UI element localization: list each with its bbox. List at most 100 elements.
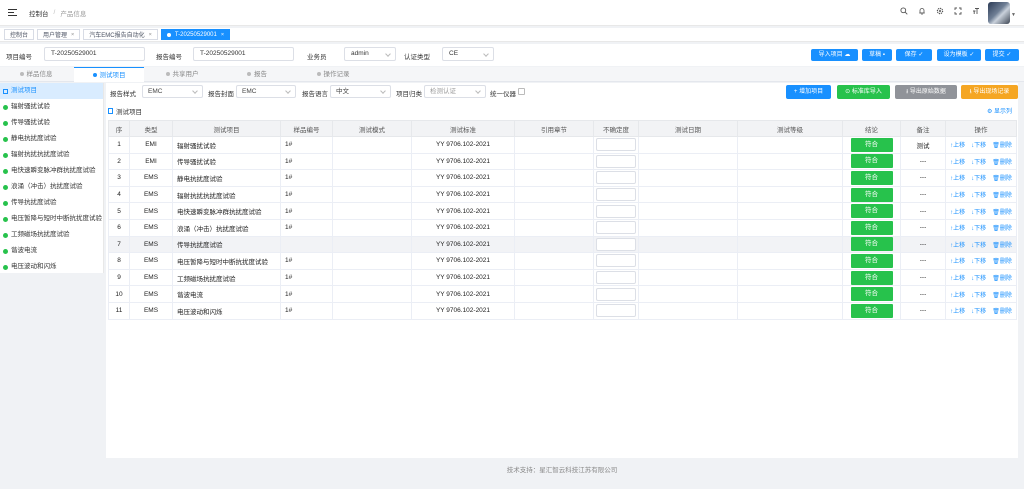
sidebar-item-voltage-flicker[interactable]: 电压波动和闪烁 (0, 259, 103, 275)
reference-section-cell[interactable] (514, 169, 594, 187)
table-row[interactable]: 11 EMS 电压波动和闪烁 1# YY 9706.102-2021 符合 --- ↑上移 ↓下… (108, 301, 1017, 320)
test-mode-cell[interactable] (332, 136, 412, 154)
unified-instrument-checkbox[interactable] (518, 88, 525, 95)
test-mode-cell[interactable] (332, 235, 412, 254)
test-date-cell[interactable] (638, 301, 738, 320)
table-row[interactable]: 8 EMS 电压暂降与短时中断抗扰度试验 1# YY 9706.102-2021 符合 --… (108, 252, 1017, 270)
export-raw-data-button[interactable]: ⭳ 导出原始数据 (895, 85, 957, 99)
search-icon[interactable] (900, 7, 908, 15)
project-no-input[interactable]: T-20250529001 (44, 47, 145, 61)
move-up-link[interactable]: ↑上移 (950, 160, 965, 166)
conclusion-badge[interactable]: 符合 (850, 154, 893, 169)
test-date-cell[interactable] (638, 185, 738, 204)
font-size-icon[interactable] (972, 7, 980, 15)
reference-section-cell[interactable] (514, 268, 594, 287)
sidebar-item-test-items[interactable]: 测试项目 (0, 83, 103, 99)
table-row[interactable]: 2 EMI 传导骚扰试验 1# YY 9706.102-2021 符合 --- ↑上移 ↓下移 🗑… (108, 152, 1017, 171)
test-level-cell[interactable] (737, 301, 843, 320)
uncertainty-input[interactable] (596, 271, 636, 285)
test-date-cell[interactable] (638, 268, 738, 287)
test-standard[interactable]: YY 9706.102-2021 (411, 169, 515, 187)
conclusion-badge[interactable]: 符合 (850, 187, 893, 202)
delete-link[interactable]: 🗑删除 (992, 276, 1012, 282)
sample-number[interactable]: 1# (280, 252, 333, 270)
show-columns-button[interactable]: ⚙ 显示列 (987, 106, 1012, 115)
delete-link[interactable]: 🗑删除 (992, 160, 1012, 166)
reference-section-cell[interactable] (514, 235, 594, 254)
standard-import-button[interactable]: ⊙ 标准库导入 (837, 85, 890, 99)
test-level-cell[interactable] (737, 285, 843, 303)
reference-section-cell[interactable] (514, 202, 594, 220)
reference-section-cell[interactable] (514, 136, 594, 154)
delete-link[interactable]: 🗑删除 (992, 309, 1012, 315)
delete-link[interactable]: 🗑删除 (992, 243, 1012, 249)
move-up-link[interactable]: ↑上移 (950, 293, 965, 299)
remark[interactable]: --- (900, 268, 946, 287)
test-date-cell[interactable] (638, 252, 738, 270)
remark[interactable]: --- (900, 301, 946, 320)
move-down-link[interactable]: ↓下移 (971, 143, 986, 149)
bell-icon[interactable] (918, 7, 926, 15)
test-date-cell[interactable] (638, 218, 738, 237)
delete-link[interactable]: 🗑删除 (992, 210, 1012, 216)
sidebar-item-eft[interactable]: 电快速瞬变脉冲群抗扰度试验 (0, 163, 103, 179)
uncertainty-input[interactable] (596, 304, 636, 318)
test-mode-cell[interactable] (332, 152, 412, 171)
test-mode-cell[interactable] (332, 202, 412, 220)
sample-number[interactable] (280, 235, 333, 254)
table-row[interactable]: 6 EMS 浪涌（冲击）抗扰度试验 1# YY 9706.102-2021 符合 --- ↑上… (108, 218, 1017, 237)
sidebar-item-harmonic-current[interactable]: 谐波电流 (0, 243, 103, 259)
test-date-cell[interactable] (638, 235, 738, 254)
uncertainty-input[interactable] (596, 237, 636, 251)
close-icon[interactable]: × (149, 32, 152, 38)
move-down-link[interactable]: ↓下移 (971, 160, 986, 166)
conclusion-badge[interactable]: 符合 (850, 237, 893, 252)
move-up-link[interactable]: ↑上移 (950, 226, 965, 232)
table-row[interactable]: 9 EMS 工频磁场抗扰度试验 1# YY 9706.102-2021 符合 --- ↑上移 ↓… (108, 268, 1017, 287)
salesman-select[interactable]: admin (344, 47, 396, 61)
remark[interactable]: 测试 (900, 136, 946, 154)
move-down-link[interactable]: ↓下移 (971, 176, 986, 182)
sample-number[interactable]: 1# (280, 285, 333, 303)
conclusion-badge[interactable]: 符合 (850, 303, 893, 318)
remark[interactable]: --- (900, 202, 946, 220)
sample-number[interactable]: 1# (280, 268, 333, 287)
test-level-cell[interactable] (737, 152, 843, 171)
close-icon[interactable]: × (71, 32, 74, 38)
tag-emc-report[interactable]: 汽车EMC报告自动化 × (83, 29, 158, 40)
test-date-cell[interactable] (638, 202, 738, 220)
test-level-cell[interactable] (737, 169, 843, 187)
report-style-select[interactable]: EMC (142, 85, 203, 98)
remark[interactable]: --- (900, 169, 946, 187)
table-row[interactable]: 3 EMS 静电抗扰度试验 1# YY 9706.102-2021 符合 --- ↑上移 ↓下移… (108, 169, 1017, 187)
move-up-link[interactable]: ↑上移 (950, 193, 965, 199)
sample-number[interactable]: 1# (280, 185, 333, 204)
test-mode-cell[interactable] (332, 169, 412, 187)
tab-report[interactable]: 报告 (220, 67, 294, 82)
delete-link[interactable]: 🗑删除 (992, 293, 1012, 299)
test-standard[interactable]: YY 9706.102-2021 (411, 235, 515, 254)
sample-number[interactable]: 1# (280, 202, 333, 220)
report-no-input[interactable]: T-20250529001 (193, 47, 294, 61)
test-standard[interactable]: YY 9706.102-2021 (411, 152, 515, 171)
save-button[interactable]: 保存 ✓ (896, 49, 932, 61)
move-down-link[interactable]: ↓下移 (971, 210, 986, 216)
delete-link[interactable]: 🗑删除 (992, 176, 1012, 182)
gear-icon[interactable] (936, 7, 944, 15)
conclusion-badge[interactable]: 符合 (850, 137, 893, 152)
delete-link[interactable]: 🗑删除 (992, 193, 1012, 199)
sidebar-item-radiated-emission[interactable]: 辐射骚扰试验 (0, 99, 103, 115)
sample-number[interactable]: 1# (280, 136, 333, 154)
conclusion-badge[interactable]: 符合 (850, 270, 893, 285)
tab-shared-users[interactable]: 共享用户 (146, 67, 218, 82)
reference-section-cell[interactable] (514, 218, 594, 237)
test-standard[interactable]: YY 9706.102-2021 (411, 185, 515, 204)
sample-number[interactable]: 1# (280, 152, 333, 171)
remark[interactable]: --- (900, 218, 946, 237)
delete-link[interactable]: 🗑删除 (992, 226, 1012, 232)
move-up-link[interactable]: ↑上移 (950, 309, 965, 315)
test-date-cell[interactable] (638, 136, 738, 154)
test-standard[interactable]: YY 9706.102-2021 (411, 136, 515, 154)
move-up-link[interactable]: ↑上移 (950, 210, 965, 216)
move-up-link[interactable]: ↑上移 (950, 276, 965, 282)
